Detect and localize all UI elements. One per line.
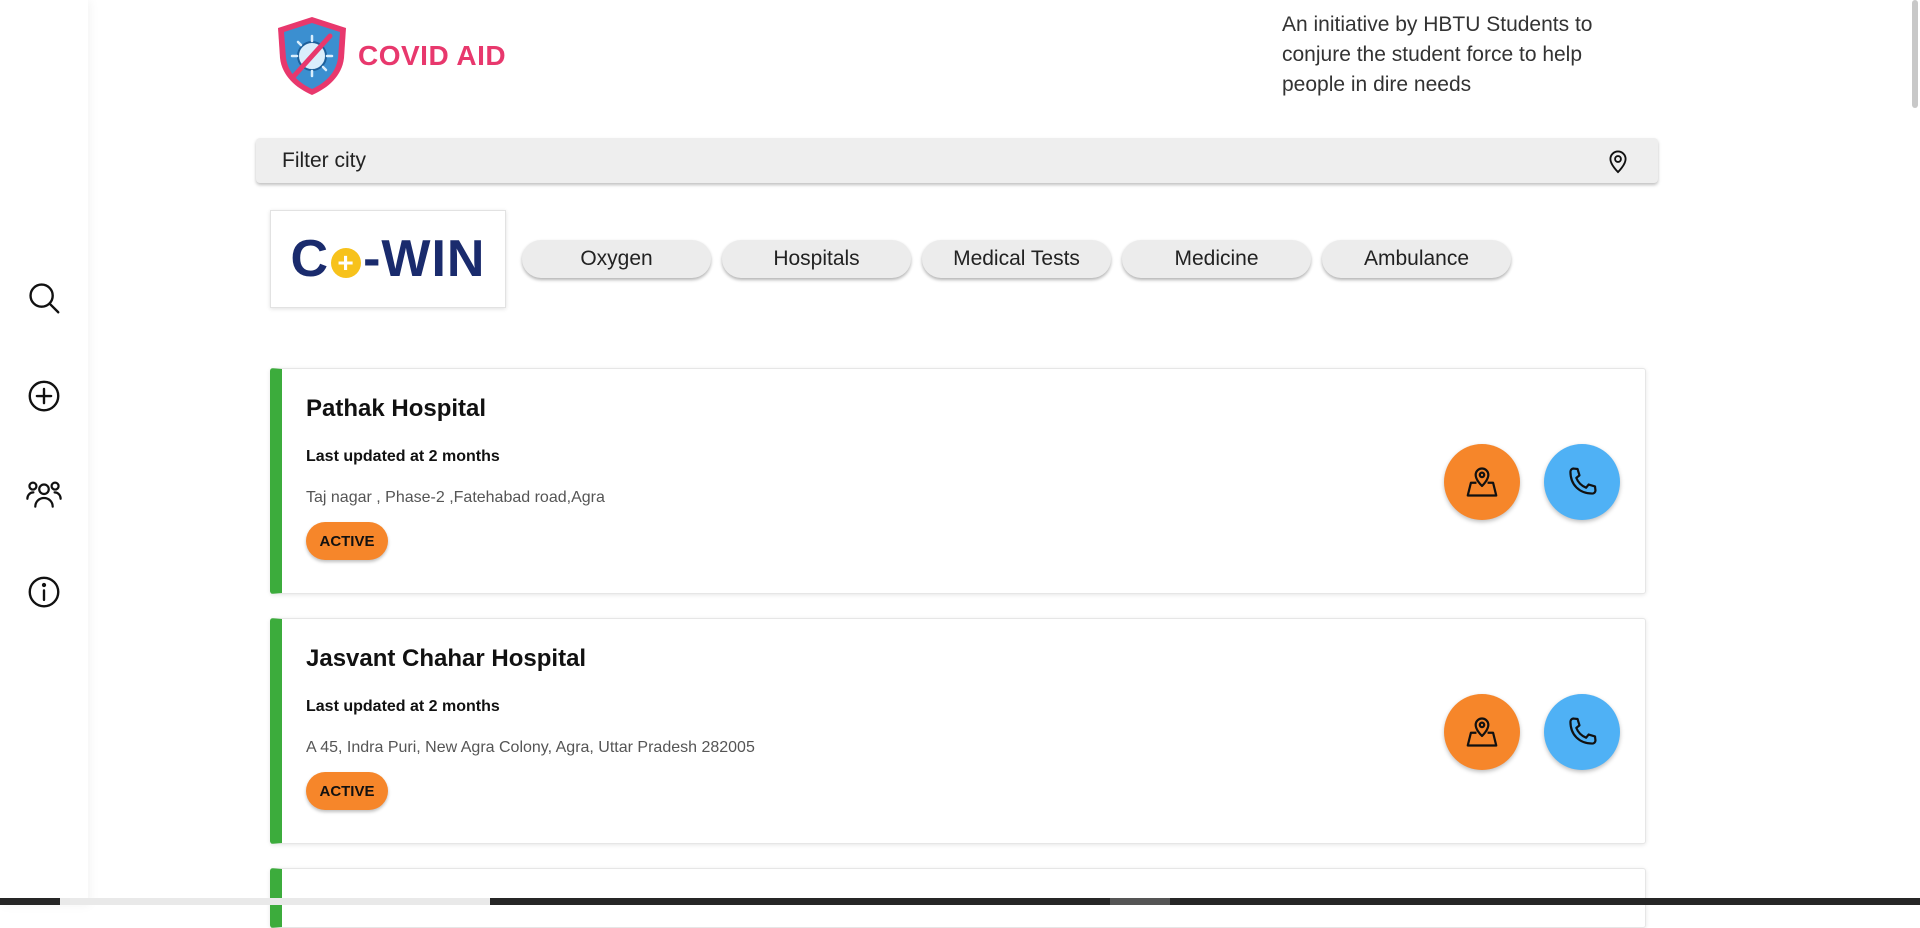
sidebar-item-add[interactable] <box>20 372 68 420</box>
category-medicine[interactable]: Medicine <box>1122 240 1311 278</box>
map-button[interactable] <box>1444 694 1520 770</box>
status-badge: ACTIVE <box>306 772 388 810</box>
team-icon <box>26 481 62 508</box>
cowin-logo-right: -WIN <box>363 230 486 288</box>
page-scrollbar[interactable] <box>1910 0 1920 905</box>
shield-virus-icon <box>278 17 346 95</box>
city-filter <box>256 138 1658 183</box>
category-filters: Oxygen Hospitals Medical Tests Medicine … <box>522 240 1511 278</box>
plus-circle-icon <box>28 380 60 412</box>
card-updated: Last updated at 2 months <box>306 698 500 715</box>
card-address: Taj nagar , Phase-2 ,Fatehabad road,Agra <box>306 489 605 506</box>
cowin-logo-left: C <box>290 230 330 288</box>
call-button[interactable] <box>1544 694 1620 770</box>
resource-card: Jasvant Chahar Hospital Last updated at … <box>270 618 1646 844</box>
card-updated: Last updated at 2 months <box>306 448 500 465</box>
category-ambulance[interactable]: Ambulance <box>1322 240 1511 278</box>
taskbar-segment <box>1110 898 1170 905</box>
info-icon <box>28 576 60 608</box>
map-button[interactable] <box>1444 444 1520 520</box>
scrollbar-thumb[interactable] <box>1912 0 1918 108</box>
taskbar-strip <box>0 898 1920 905</box>
category-hospitals[interactable]: Hospitals <box>722 240 911 278</box>
phone-icon <box>1569 467 1597 495</box>
card-title: Pathak Hospital <box>306 395 487 422</box>
card-title: Jasvant Chahar Hospital <box>306 645 587 672</box>
brand-logo[interactable]: COVID AID <box>272 14 506 98</box>
location-pin-icon[interactable] <box>1604 147 1632 175</box>
card-address: A 45, Indra Puri, New Agra Colony, Agra,… <box>306 739 755 756</box>
brand-name: COVID AID <box>358 40 507 71</box>
map-pin-icon <box>1466 467 1498 497</box>
cowin-link[interactable]: C + -WIN <box>270 210 506 308</box>
tagline: An initiative by HBTU Students to conjur… <box>1282 13 1593 96</box>
sidebar-item-search[interactable] <box>20 274 68 322</box>
sidebar-item-team[interactable] <box>20 470 68 518</box>
category-medical-tests[interactable]: Medical Tests <box>922 240 1111 278</box>
city-filter-input[interactable] <box>282 148 1604 173</box>
taskbar-segment <box>60 898 490 905</box>
phone-icon <box>1569 717 1597 745</box>
category-oxygen[interactable]: Oxygen <box>522 240 711 278</box>
sidebar <box>0 0 88 905</box>
plus-icon: + <box>331 248 362 278</box>
cowin-logo: C + -WIN <box>291 229 486 289</box>
map-pin-icon <box>1466 717 1498 747</box>
status-badge: ACTIVE <box>306 522 388 560</box>
resource-card: Pathak Hospital Last updated at 2 months… <box>270 368 1646 594</box>
search-icon <box>29 283 60 314</box>
sidebar-item-about[interactable] <box>20 568 68 616</box>
call-button[interactable] <box>1544 444 1620 520</box>
